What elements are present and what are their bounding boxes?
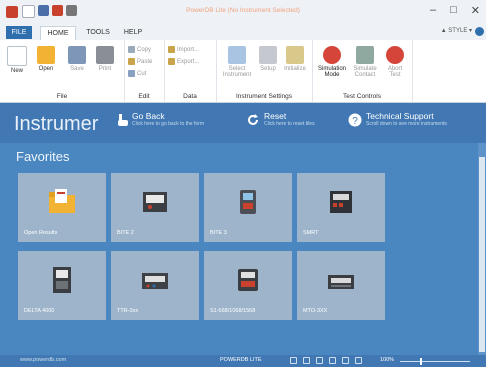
- open-button[interactable]: Open: [34, 46, 58, 72]
- instrument-box-icon: [330, 191, 352, 213]
- tile-ttr-3xx[interactable]: TTR-3xx: [111, 251, 199, 320]
- maximize-button[interactable]: □: [450, 4, 457, 17]
- instrument-settings-label: Instrument Settings: [236, 93, 292, 100]
- title-bar: PowerDB Lite (No Instrument Selected) – …: [0, 0, 486, 24]
- abort-test-button[interactable]: Abort Test: [382, 46, 408, 78]
- instrument-panel-icon: [142, 273, 168, 289]
- tab-file[interactable]: FILE: [6, 26, 32, 39]
- minimize-button[interactable]: –: [430, 4, 436, 17]
- page-title: Instrumer: [14, 113, 99, 135]
- zoom-level: 100%: [380, 357, 395, 363]
- disk-icon: [68, 46, 86, 64]
- test-controls-label: Test Controls: [343, 93, 381, 100]
- test-controls-group: Simulation Mode Simulate Contact Abort T…: [312, 40, 413, 102]
- technical-support-link[interactable]: Technical Support Scroll down to see mor…: [366, 111, 447, 127]
- scissors-icon: [128, 70, 135, 77]
- reset-link[interactable]: Reset Click here to reset tiles: [264, 111, 315, 127]
- tile-s1-568[interactable]: S1-568/1068/1568: [204, 251, 292, 320]
- paste-button[interactable]: Paste: [128, 58, 152, 65]
- simulation-mode-button[interactable]: Simulation Mode: [316, 46, 348, 78]
- tab-tools[interactable]: TOOLS: [82, 26, 114, 39]
- tab-help[interactable]: HELP: [120, 26, 146, 39]
- data-group-label: Data: [183, 93, 197, 100]
- print-button[interactable]: Print: [94, 46, 116, 72]
- tile-bite-2[interactable]: BITE 2: [111, 173, 199, 242]
- status-bar: www.powerdb.com POWERDB LITE 100%: [0, 355, 486, 367]
- tile-open-results[interactable]: Open Results: [18, 173, 106, 242]
- question-icon[interactable]: ?: [348, 113, 362, 127]
- new-button[interactable]: New: [6, 46, 28, 74]
- tile-delta-4000[interactable]: DELTA 4000: [18, 251, 106, 320]
- initialize-button[interactable]: Initialize: [282, 46, 308, 72]
- ribbon: New Open Save Print File Copy Paste Cut: [0, 40, 486, 103]
- setup-button[interactable]: Setup: [256, 46, 280, 72]
- status-icon-1[interactable]: [290, 357, 297, 364]
- zoom-slider-track[interactable]: [400, 361, 470, 362]
- close-button[interactable]: ✕: [471, 4, 480, 17]
- status-icon-5[interactable]: [342, 357, 349, 364]
- hand-pointer-icon[interactable]: [116, 113, 130, 127]
- tile-bite-3[interactable]: BITE 3: [204, 173, 292, 242]
- status-icon-2[interactable]: [303, 357, 310, 364]
- favorites-heading: Favorites: [16, 149, 70, 164]
- initialize-icon: [286, 46, 304, 64]
- file-group-label: File: [56, 93, 68, 100]
- abort-icon: [386, 46, 404, 64]
- scrollbar-thumb[interactable]: [479, 157, 485, 352]
- window-controls: – □ ✕: [430, 4, 480, 17]
- instrument-header: Instrumer Go Back Click here to go back …: [0, 103, 486, 143]
- folder-icon: [37, 46, 55, 64]
- go-back-link[interactable]: Go Back Click here to go back to the for…: [132, 111, 204, 127]
- tile-smrt[interactable]: SMRT: [297, 173, 385, 242]
- data-group: Import... Export... Data: [164, 40, 217, 102]
- status-icon-3[interactable]: [316, 357, 323, 364]
- file-group: New Open Save Print File: [0, 40, 125, 102]
- vertical-scrollbar[interactable]: [478, 143, 486, 355]
- instrument-cabinet-icon: [53, 267, 71, 293]
- wrench-icon: [259, 46, 277, 64]
- cut-button[interactable]: Cut: [128, 70, 146, 77]
- printer-icon: [96, 46, 114, 64]
- zoom-slider-thumb[interactable]: [420, 358, 422, 365]
- instrument-flat-icon: [328, 275, 354, 289]
- select-instrument-button[interactable]: Select Instrument: [222, 46, 252, 78]
- contact-icon: [356, 46, 374, 64]
- product-name: POWERDB LITE: [220, 357, 262, 363]
- main-area: Instrumer Go Back Click here to go back …: [0, 103, 486, 355]
- export-button[interactable]: Export...: [168, 58, 199, 65]
- reset-icon[interactable]: [246, 113, 260, 127]
- instrument-case-icon: [143, 192, 167, 212]
- magnet-icon: [323, 46, 341, 64]
- instrument-tester-icon: [238, 269, 258, 291]
- copy-icon: [128, 46, 135, 53]
- style-menu[interactable]: ▲ STYLE ▾: [441, 27, 472, 34]
- help-icon[interactable]: [475, 27, 484, 36]
- import-icon: [168, 46, 175, 53]
- window-title: PowerDB Lite (No Instrument Selected): [186, 7, 300, 14]
- svg-text:?: ?: [352, 116, 358, 127]
- paste-icon: [128, 58, 135, 65]
- instrument-settings-group: Select Instrument Setup Initialize Instr…: [216, 40, 313, 102]
- website-link[interactable]: www.powerdb.com: [20, 357, 66, 363]
- save-button[interactable]: Save: [66, 46, 88, 72]
- instrument-handheld-icon: [240, 190, 256, 214]
- tile-mto-3xx[interactable]: MTO-3XX: [297, 251, 385, 320]
- new-document-icon: [7, 46, 27, 66]
- edit-group-label: Edit: [138, 93, 150, 100]
- export-icon: [168, 58, 175, 65]
- simulate-contact-button[interactable]: Simulate Contact: [350, 46, 380, 78]
- copy-button[interactable]: Copy: [128, 46, 151, 53]
- tab-home[interactable]: HOME: [40, 26, 76, 40]
- ribbon-tabs: FILE HOME TOOLS HELP ▲ STYLE ▾: [0, 24, 486, 40]
- import-button[interactable]: Import...: [168, 46, 199, 53]
- instrument-grid-icon: [228, 46, 246, 64]
- status-icons: [290, 357, 362, 364]
- status-icon-6[interactable]: [355, 357, 362, 364]
- folder-results-icon: [49, 189, 75, 213]
- status-icon-4[interactable]: [329, 357, 336, 364]
- edit-group: Copy Paste Cut Edit: [124, 40, 165, 102]
